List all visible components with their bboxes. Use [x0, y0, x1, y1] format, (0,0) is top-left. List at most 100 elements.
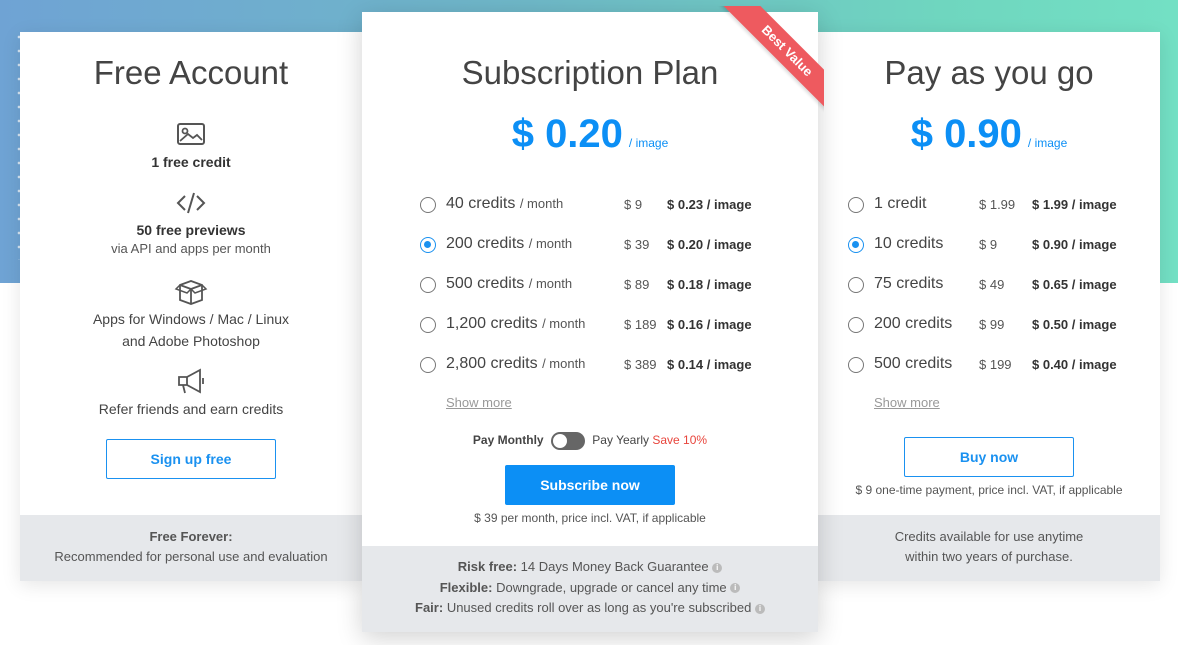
- megaphone-icon: [178, 368, 204, 394]
- option-rate: $ 0.20 / image: [667, 237, 752, 252]
- option-credits: 2,800 credits / month: [446, 355, 585, 373]
- option-credits-label: 500 credits: [874, 355, 953, 372]
- option-rate: $ 0.18 / image: [667, 277, 752, 292]
- option-row[interactable]: 10 credits $ 9 $ 0.90 / image: [818, 233, 1160, 257]
- option-radio[interactable]: [848, 277, 864, 293]
- option-radio[interactable]: [420, 197, 436, 213]
- option-rate: $ 0.16 / image: [667, 317, 752, 332]
- option-cost: $ 9: [624, 197, 643, 212]
- option-row[interactable]: 75 credits $ 49 $ 0.65 / image: [818, 273, 1160, 297]
- option-credits: 1 credit: [874, 195, 926, 213]
- option-per-month: / month: [542, 356, 586, 371]
- option-cost: $ 1.99: [979, 197, 1016, 212]
- sign-up-free-button[interactable]: Sign up free: [106, 439, 276, 479]
- free-card-footer: Free Forever: Recommended for personal u…: [20, 515, 362, 581]
- refer-label: Refer friends and earn credits: [98, 401, 284, 417]
- payg-card-footer: Credits available for use anytime within…: [818, 515, 1160, 581]
- option-radio[interactable]: [420, 317, 436, 333]
- option-cost: $ 9: [979, 237, 998, 252]
- option-row[interactable]: 500 credits / month $ 89 $ 0.18 / image: [362, 273, 818, 297]
- option-cost: $ 39: [624, 237, 650, 252]
- feature-previews: 50 free previews via API and apps per mo…: [20, 188, 362, 256]
- option-radio[interactable]: [420, 277, 436, 293]
- option-per-month: / month: [542, 316, 586, 331]
- option-row[interactable]: 200 credits / month $ 39 $ 0.20 / image: [362, 233, 818, 257]
- option-credits: 200 credits: [874, 315, 952, 333]
- best-value-ribbon: Best Value: [709, 6, 824, 121]
- option-cost: $ 199: [979, 357, 1012, 372]
- free-account-card: Free Account 1 free credit 50 free previ…: [20, 32, 362, 581]
- info-icon[interactable]: i: [730, 583, 741, 594]
- free-footer-title: Free Forever:: [149, 529, 233, 544]
- billing-toggle-row: Pay Monthly Pay Yearly Save 10%: [362, 432, 818, 450]
- flexible-label: Flexible:: [439, 579, 493, 595]
- option-row[interactable]: 500 credits $ 199 $ 0.40 / image: [818, 353, 1160, 377]
- option-radio[interactable]: [848, 197, 864, 213]
- subscription-show-more-link[interactable]: Show more: [446, 395, 512, 410]
- pay-monthly-label: Pay Monthly: [472, 433, 544, 448]
- option-credits-label: 500 credits: [446, 275, 525, 292]
- option-cost: $ 389: [624, 357, 657, 372]
- option-rate: $ 0.65 / image: [1032, 277, 1117, 292]
- option-rate: $ 0.14 / image: [667, 357, 752, 372]
- ribbon-label: Best Value: [721, 6, 824, 117]
- fair-text: Unused credits roll over as long as you'…: [446, 600, 752, 615]
- subscription-plan-card: Best Value Subscription Plan $ 0.20/ ima…: [362, 6, 824, 632]
- feature-free-credit: 1 free credit: [20, 120, 362, 170]
- option-radio[interactable]: [848, 357, 864, 373]
- pay-yearly-label: Pay Yearly: [592, 433, 650, 448]
- option-row[interactable]: 2,800 credits / month $ 389 $ 0.14 / image: [362, 353, 818, 377]
- feature-apps: Apps for Windows / Mac / Linux and Adobe…: [20, 276, 362, 352]
- payg-price: $ 0.90 / image: [818, 112, 1160, 157]
- option-credits: 75 credits: [874, 275, 943, 293]
- option-credits-label: 200 credits: [874, 315, 953, 332]
- image-icon: [177, 123, 205, 145]
- free-footer-text: Recommended for personal use and evaluat…: [54, 549, 328, 564]
- option-rate: $ 0.90 / image: [1032, 237, 1117, 252]
- info-icon[interactable]: i: [712, 562, 723, 573]
- option-credits-label: 40 credits: [446, 195, 516, 212]
- subscription-card-footer: Risk free: 14 Days Money Back Guarantee …: [362, 546, 818, 632]
- option-radio[interactable]: [420, 357, 436, 373]
- option-rate: $ 0.23 / image: [667, 197, 752, 212]
- buy-now-button[interactable]: Buy now: [904, 437, 1074, 477]
- option-rate: $ 1.99 / image: [1032, 197, 1117, 212]
- option-row[interactable]: 40 credits / month $ 9 $ 0.23 / image: [362, 193, 818, 217]
- option-credits-label: 75 credits: [874, 275, 944, 292]
- code-icon: [176, 192, 206, 214]
- payg-price-unit: / image: [1027, 136, 1068, 150]
- payg-note: $ 9 one-time payment, price incl. VAT, i…: [855, 483, 1123, 497]
- option-radio[interactable]: [420, 237, 436, 253]
- option-per-month: / month: [528, 276, 573, 291]
- subscription-note: $ 39 per month, price incl. VAT, if appl…: [474, 511, 706, 525]
- feature-refer: Refer friends and earn credits: [20, 366, 362, 420]
- info-icon[interactable]: i: [754, 603, 765, 614]
- option-radio[interactable]: [848, 237, 864, 253]
- payg-footer-line2: within two years of purchase.: [905, 549, 1073, 564]
- option-credits: 200 credits / month: [446, 235, 572, 253]
- option-credits: 500 credits: [874, 355, 952, 373]
- payg-card-title: Pay as you go: [884, 54, 1094, 91]
- option-row[interactable]: 200 credits $ 99 $ 0.50 / image: [818, 313, 1160, 337]
- option-per-month: / month: [528, 236, 573, 251]
- footer-risk-free: Risk free: 14 Days Money Back Guarantee …: [362, 557, 818, 578]
- footer-fair: Fair: Unused credits roll over as long a…: [362, 598, 818, 619]
- previews-label: 50 free previews: [136, 222, 246, 238]
- option-cost: $ 89: [624, 277, 650, 292]
- option-rate: $ 0.40 / image: [1032, 357, 1117, 372]
- option-row[interactable]: 1 credit $ 1.99 $ 1.99 / image: [818, 193, 1160, 217]
- billing-period-toggle[interactable]: [550, 432, 585, 450]
- option-row[interactable]: 1,200 credits / month $ 189 $ 0.16 / image: [362, 313, 818, 337]
- payg-show-more-link[interactable]: Show more: [874, 395, 940, 410]
- payg-footer-line1: Credits available for use anytime: [894, 529, 1084, 544]
- fair-label: Fair:: [415, 600, 444, 615]
- subscription-price-unit: / image: [628, 136, 669, 150]
- risk-free-text: 14 Days Money Back Guarantee: [520, 559, 709, 574]
- subscribe-now-button[interactable]: Subscribe now: [505, 465, 675, 505]
- option-credits-label: 200 credits: [446, 235, 525, 252]
- option-cost: $ 189: [624, 317, 657, 332]
- option-credits: 10 credits: [874, 235, 943, 253]
- option-rate: $ 0.50 / image: [1032, 317, 1117, 332]
- option-radio[interactable]: [848, 317, 864, 333]
- payg-price-amount: $ 0.90: [910, 112, 1022, 156]
